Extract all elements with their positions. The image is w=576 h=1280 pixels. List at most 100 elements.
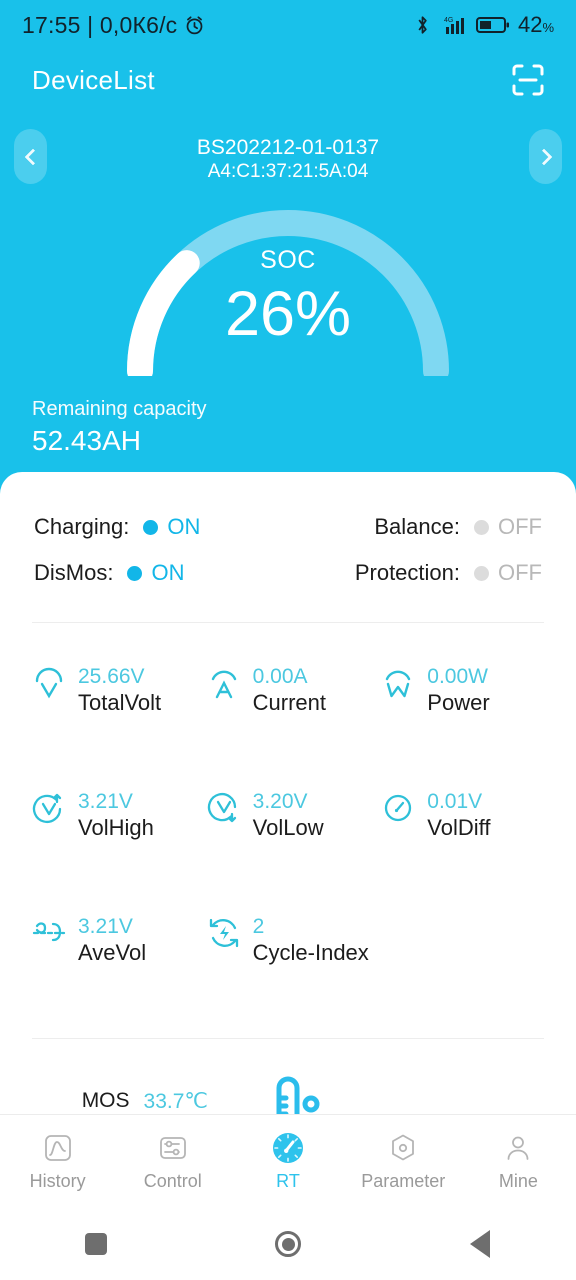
alarm-clock-icon xyxy=(184,15,205,36)
tab-label: History xyxy=(29,1171,86,1191)
temperature-value: 33.7℃ xyxy=(143,1089,208,1113)
status-label: Protection: xyxy=(354,560,460,585)
page-title: DeviceList xyxy=(32,64,155,95)
status-item-charging[interactable]: Charging: ON xyxy=(34,514,324,540)
remaining-capacity-value: 52.43AH xyxy=(32,425,141,456)
status-item-dismos[interactable]: DisMos: ON xyxy=(34,560,324,586)
temperature-label: MOS xyxy=(81,1089,130,1112)
volt-high-icon xyxy=(32,789,66,829)
status-bar-left: 17:55 | 0,0К6/c xyxy=(22,12,205,39)
metric-vollow[interactable]: 3.20V VolLow xyxy=(201,779,376,904)
device-mac-address: A4:C1:37:21:5A:04 xyxy=(207,161,369,183)
sliders-icon xyxy=(156,1131,190,1165)
cycle-bolt-icon xyxy=(207,914,241,954)
soc-label: SOC xyxy=(260,246,316,274)
metric-voldiff[interactable]: 0.01V VolDiff xyxy=(375,779,550,904)
recents-button[interactable] xyxy=(0,1233,192,1255)
metric-cycle-index[interactable]: 2 Cycle-Index xyxy=(201,904,376,1029)
status-row: Charging: ON Balance: OFF xyxy=(34,504,542,550)
ammeter-a-icon xyxy=(207,664,241,704)
voltmeter-v-icon xyxy=(32,664,66,704)
status-label: Balance: xyxy=(374,514,460,539)
status-dot-on xyxy=(143,519,159,535)
metrics-row: 25.66V TotalVolt 0.00A Current 0.00W Pow… xyxy=(26,654,550,779)
status-label: DisMos: xyxy=(34,560,114,585)
svg-text:4G: 4G xyxy=(444,17,453,24)
volt-low-icon xyxy=(207,789,241,829)
square-recents-icon xyxy=(85,1233,107,1255)
scan-qr-button[interactable] xyxy=(508,60,548,100)
metrics-grid: 25.66V TotalVolt 0.00A Current 0.00W Pow… xyxy=(0,654,576,1029)
back-button[interactable] xyxy=(384,1230,576,1258)
status-dot-off xyxy=(474,519,489,535)
status-label: Charging: xyxy=(34,514,130,539)
status-bar: 17:55 | 0,0К6/c 4G 42% xyxy=(0,0,576,50)
divider-bottom xyxy=(32,1038,544,1039)
metric-value: 0.01V xyxy=(427,790,483,813)
remaining-capacity-label: Remaining capacity xyxy=(32,398,207,420)
soc-value: 26% xyxy=(224,279,352,349)
tab-label: Control xyxy=(143,1171,202,1191)
status-value: OFF xyxy=(498,514,542,539)
device-name: BS202212-01-0137 xyxy=(196,135,380,159)
average-voltage-icon xyxy=(32,914,66,954)
soc-gauge: SOC 26% xyxy=(0,196,576,376)
metric-volhigh[interactable]: 3.21V VolHigh xyxy=(26,779,201,904)
android-system-nav xyxy=(0,1208,576,1280)
metric-value: 2 xyxy=(252,915,265,938)
status-dot-on xyxy=(127,565,143,581)
metric-current[interactable]: 0.00A Current xyxy=(201,654,376,779)
metric-label: AveVol xyxy=(78,939,147,965)
volt-diff-gauge-icon xyxy=(381,789,415,829)
metric-totalvolt[interactable]: 25.66V TotalVolt xyxy=(26,654,201,779)
divider-top xyxy=(32,622,544,623)
status-bar-right: 4G 42% xyxy=(415,12,554,38)
status-time-and-datarate: 17:55 | 0,0К6/c xyxy=(22,11,178,38)
metric-label: Power xyxy=(427,689,490,715)
metric-power[interactable]: 0.00W Power xyxy=(375,654,550,779)
status-dot-off xyxy=(474,565,489,581)
status-value: ON xyxy=(167,514,201,539)
soc-gauge-readout: SOC 26% xyxy=(0,246,576,347)
status-value: OFF xyxy=(498,560,542,585)
person-icon xyxy=(501,1131,535,1165)
hexagon-gear-icon xyxy=(386,1131,420,1165)
tab-history[interactable]: History xyxy=(0,1131,115,1192)
metric-empty-slot xyxy=(375,904,550,1029)
tab-rt[interactable]: RT xyxy=(230,1131,345,1192)
temperature-readings: MOS 33.7℃ xyxy=(0,1064,218,1120)
app-header: DeviceList xyxy=(0,52,576,108)
tab-mine[interactable]: Mine xyxy=(461,1131,576,1192)
device-selector[interactable]: BS202212-01-0137 A4:C1:37:21:5A:04 xyxy=(0,128,576,190)
gauge-speed-icon xyxy=(271,1131,305,1165)
metric-value: 3.21V xyxy=(78,790,133,813)
battery-percent: 42% xyxy=(517,12,554,37)
circle-home-icon xyxy=(275,1231,301,1257)
metric-label: Cycle-Index xyxy=(252,939,369,965)
metrics-row: 3.21V VolHigh 3.20V VolLow 0.01V VolDiff xyxy=(26,779,550,904)
history-chart-icon xyxy=(41,1131,75,1165)
status-row: DisMos: ON Protection: OFF xyxy=(34,550,542,596)
scan-qr-icon xyxy=(509,61,547,99)
status-item-balance[interactable]: Balance: OFF xyxy=(324,514,542,540)
tab-label: Mine xyxy=(498,1171,538,1191)
metric-value: 0.00A xyxy=(252,665,308,688)
metric-label: Current xyxy=(252,689,326,715)
tab-label: RT xyxy=(276,1171,300,1191)
tab-control[interactable]: Control xyxy=(115,1131,230,1192)
metrics-row: 3.21V AveVol 2 Cycle-Index xyxy=(26,904,550,1029)
metric-label: TotalVolt xyxy=(78,689,162,715)
status-value: ON xyxy=(151,560,185,585)
metric-value: 3.20V xyxy=(252,790,308,813)
status-item-protection[interactable]: Protection: OFF xyxy=(324,560,542,586)
triangle-back-icon xyxy=(470,1230,490,1258)
metric-value: 0.00W xyxy=(427,665,488,688)
metric-avevol[interactable]: 3.21V AveVol xyxy=(26,904,201,1029)
app-root: 17:55 | 0,0К6/c 4G 42% DeviceList BS2022… xyxy=(0,0,576,1280)
status-grid: Charging: ON Balance: OFF DisMos: ON Pro… xyxy=(0,504,576,596)
tab-parameter[interactable]: Parameter xyxy=(346,1131,461,1192)
metric-value: 3.21V xyxy=(78,915,133,938)
tab-label: Parameter xyxy=(361,1171,446,1191)
home-button[interactable] xyxy=(192,1231,384,1257)
metric-label: VolHigh xyxy=(78,814,154,840)
